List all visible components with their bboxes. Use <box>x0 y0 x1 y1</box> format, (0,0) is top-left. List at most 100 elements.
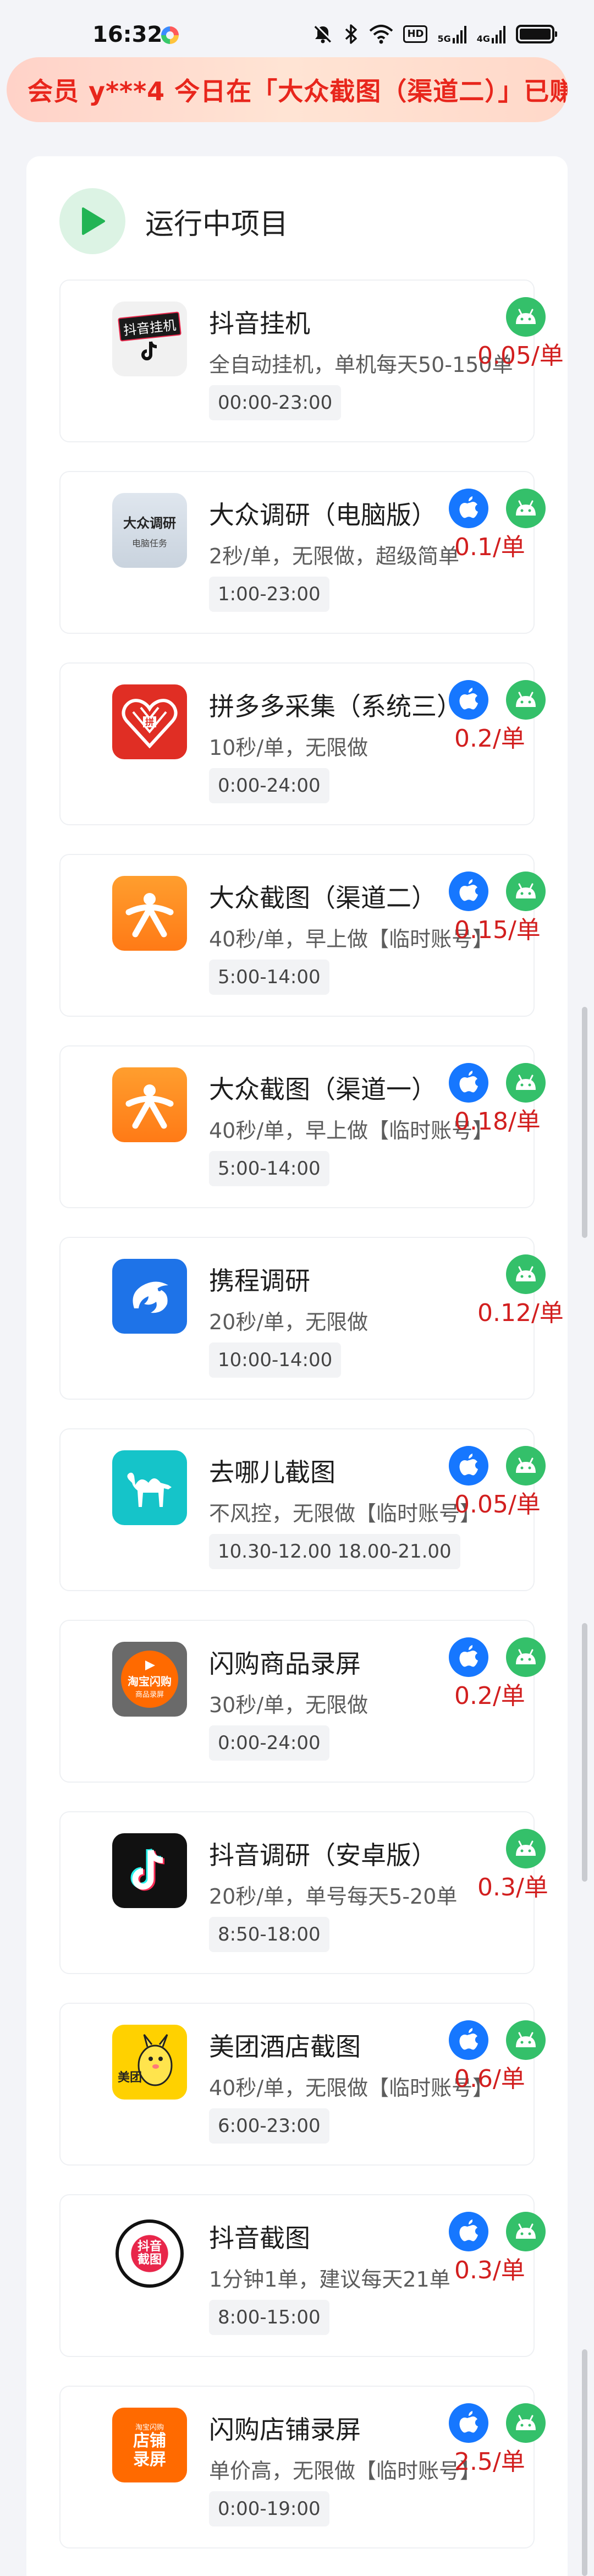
project-card[interactable]: 淘宝闪购 店铺 录屏 闪购店铺录屏 单价高，无限做【临时账号】 0:00-19:00 2.5… <box>59 2386 546 2548</box>
project-card[interactable]: 抖音 截图 抖音截图 1分钟1单，建议每天21单 8:00-15:00 0.3/单 <box>59 2194 546 2357</box>
mute-icon <box>315 24 333 43</box>
svg-text:拼: 拼 <box>145 717 154 727</box>
taobao-shangou-logo: 淘宝闪购 商品录屏 <box>112 1642 187 1717</box>
apple-icon <box>449 2020 488 2060</box>
project-price: 0.18/单 <box>454 1108 541 1136</box>
scrollbar[interactable] <box>582 2349 587 2576</box>
project-price: 0.1/单 <box>454 533 525 561</box>
apple-icon <box>449 489 488 528</box>
project-title: 美团酒店截图 <box>209 2032 361 2062</box>
logo-text: 抖音 <box>137 2240 162 2254</box>
project-card[interactable]: 大众截图（渠道二） 40秒/单，早上做【临时账号】 5:00-14:00 0.15/单 <box>59 854 546 1017</box>
project-title: 抖音挂机 <box>209 309 310 338</box>
project-description: 30秒/单，无限做 <box>209 1693 369 1717</box>
logo-subtext: 电脑任务 <box>131 538 167 549</box>
project-card[interactable]: 携程调研 20秒/单，无限做 10:00-14:00 0.12/单 <box>59 1237 564 1400</box>
status-icons: HD 5G 4G <box>312 23 557 45</box>
hd-icon: HD <box>403 25 428 43</box>
app-dot-icon <box>161 26 179 44</box>
logo-text: 录屏 <box>133 2449 166 2469</box>
project-title: 大众截图（渠道一） <box>209 1075 437 1104</box>
signal-5g-icon: 5G <box>437 25 466 43</box>
project-description: 40秒/单，无限做【临时账号】 <box>209 2076 494 2100</box>
project-title: 大众截图（渠道二） <box>209 883 437 913</box>
android-icon <box>506 1446 546 1486</box>
project-price: 0.15/单 <box>454 916 541 944</box>
project-description: 1分钟1单，建议每天21单 <box>209 2267 450 2292</box>
status-time: 16:32 <box>92 22 163 47</box>
project-title: 抖音截图 <box>209 2223 310 2253</box>
pinduoduo-logo: 拼 <box>112 684 187 759</box>
android-icon <box>506 1637 546 1677</box>
dianping-logo <box>112 1067 187 1142</box>
android-icon <box>506 1829 546 1868</box>
scrollbar[interactable] <box>582 1623 587 1882</box>
apple-icon <box>449 1063 488 1103</box>
logo-subtext: 截图 <box>137 2253 162 2267</box>
logo-subtext: 商品录屏 <box>135 1691 164 1699</box>
logo-text: 店铺 <box>133 2431 166 2451</box>
banner-text: 会员 y***4 今日在「大众截图（渠道二）」已赚 290 <box>28 76 568 106</box>
android-icon <box>506 297 546 337</box>
project-card[interactable]: 拼 拼多多采集（系统三） 10秒/单，无限做 0:00-24:00 0.2/单 <box>59 662 546 825</box>
project-title: 抖音调研（安卓版） <box>209 1840 437 1870</box>
android-icon <box>506 1063 546 1103</box>
project-price: 0.05/单 <box>477 342 564 370</box>
project-price: 0.2/单 <box>454 725 525 753</box>
project-price: 0.6/单 <box>454 2065 525 2093</box>
ctrip-logo <box>112 1259 187 1334</box>
project-price: 2.5/单 <box>454 2448 525 2476</box>
project-price: 0.2/单 <box>454 1682 525 1710</box>
project-card[interactable]: 大众截图（渠道一） 40秒/单，早上做【临时账号】 5:00-14:00 0.18/单 <box>59 1045 546 1208</box>
apple-icon <box>449 872 488 911</box>
scrollbar[interactable] <box>582 1007 587 1238</box>
project-description: 全自动挂机，单机每天50-150单 <box>209 353 513 377</box>
project-description: 10秒/单，无限做 <box>209 736 369 760</box>
project-time-range: 10.30-12.00 18.00-21.00 <box>209 1534 460 1569</box>
apple-icon <box>449 1446 488 1486</box>
project-description: 不风控，无限做【临时账号】 <box>209 1501 481 1526</box>
project-list: 抖音挂机 抖音挂机全自动挂机，单机每天50-150单 00:00-23:00 0.05… <box>59 279 564 2576</box>
project-card[interactable]: 去哪儿截图 不风控，无限做【临时账号】 10.30-12.00 18.00-21.0… <box>59 1428 546 1591</box>
logo-text: 淘宝闪购 <box>128 1675 172 1688</box>
play-icon <box>59 188 125 254</box>
apple-icon <box>449 2212 488 2251</box>
android-icon <box>506 489 546 528</box>
project-card[interactable]: 淘宝闪购 商品录屏 闪购商品录屏 30秒/单，无限做 0:00-24:00 0.2/单 <box>59 1620 546 1783</box>
signal-4g-icon: 4G <box>477 25 506 43</box>
project-description: 20秒/单，无限做 <box>209 1310 369 1334</box>
project-card[interactable]: 美团 美团酒店截图 40秒/单，无限做【临时账号】 6:00-23:00 0.6/单 <box>59 2003 546 2166</box>
project-time-range: 1:00-23:00 <box>209 577 329 612</box>
logo-text: 抖音挂机 <box>118 311 182 342</box>
project-time-range: 0:00-24:00 <box>209 768 329 803</box>
project-title: 拼多多采集（系统三） <box>209 692 462 721</box>
apple-icon <box>449 680 488 720</box>
project-price: 0.05/单 <box>454 1490 541 1519</box>
logo-subtext: 淘宝闪购 <box>135 2423 164 2432</box>
android-icon <box>506 680 546 720</box>
project-price: 0.12/单 <box>477 1299 564 1327</box>
qunar-logo <box>112 1450 187 1525</box>
project-card[interactable]: 抖音挂机 抖音挂机全自动挂机，单机每天50-150单 00:00-23:00 0.05… <box>59 279 564 442</box>
project-description: 2秒/单，无限做，超级简单 <box>209 544 459 568</box>
android-icon <box>506 1254 546 1294</box>
project-description: 40秒/单，早上做【临时账号】 <box>209 927 494 951</box>
logo-text: 美团 <box>118 2071 142 2085</box>
project-title: 闪购商品录屏 <box>209 1649 361 1679</box>
douyin-guaji-logo: 抖音挂机 <box>112 302 187 376</box>
project-card[interactable]: 大众调研 电脑任务 大众调研（电脑版） 2秒/单，无限做，超级简单 1:00-23:00… <box>59 471 546 634</box>
project-card[interactable]: 抖音调研（安卓版） 20秒/单，单号每天5-20单 8:50-18:00 0.3/单 <box>59 1811 548 1974</box>
project-time-range: 00:00-23:00 <box>209 385 342 420</box>
earnings-ticker-banner: 会员 y***4 今日在「大众截图（渠道二）」已赚 290 <box>7 57 568 122</box>
project-description: 40秒/单，早上做【临时账号】 <box>209 1119 494 1143</box>
dianping-logo <box>112 876 187 951</box>
logo-text: 大众调研 <box>123 515 176 531</box>
project-time-range: 6:00-23:00 <box>209 2108 329 2144</box>
android-icon <box>506 872 546 911</box>
project-title: 大众调研（电脑版） <box>209 500 437 530</box>
project-title: 闪购店铺录屏 <box>209 2415 361 2445</box>
dazhong-diaoyan-logo: 大众调研 电脑任务 <box>112 493 187 568</box>
project-description: 单价高，无限做【临时账号】 <box>209 2459 481 2483</box>
android-icon <box>506 2212 546 2251</box>
project-time-range: 8:00-15:00 <box>209 2300 329 2335</box>
